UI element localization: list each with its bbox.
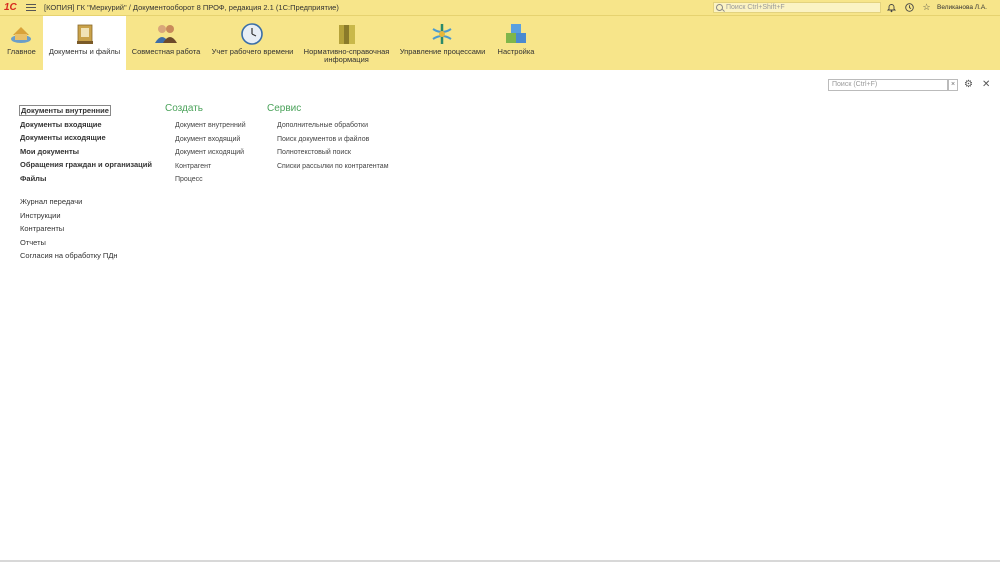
search-icon [716, 4, 723, 11]
section-process-management[interactable]: Управление процессами [394, 16, 491, 70]
section-main[interactable]: Главное [0, 16, 43, 70]
section-reference-info[interactable]: Нормативно-справочная информация [299, 16, 394, 70]
create-link[interactable]: Документ внутренний [175, 121, 246, 135]
panel-search-placeholder: Поиск (Ctrl+F) [832, 81, 878, 88]
close-icon[interactable]: ✕ [982, 79, 990, 91]
title-bar: 1С [КОПИЯ] ГК "Меркурий" / Документообор… [0, 0, 1000, 16]
window-title: [КОПИЯ] ГК "Меркурий" / Документооборот … [44, 3, 339, 12]
create-link[interactable]: Документ входящий [175, 135, 246, 149]
nav-item[interactable]: Журнал передачи [20, 196, 152, 210]
nav-item[interactable]: Обращения граждан и организаций [20, 159, 152, 173]
nav-item[interactable]: Согласия на обработку ПДн [20, 250, 152, 264]
history-icon[interactable] [904, 2, 915, 13]
documents-icon [77, 24, 93, 44]
service-link[interactable]: Списки рассылки по контрагентам [277, 162, 389, 176]
create-list: Документ внутренний Документ входящий До… [175, 121, 246, 189]
create-group-title: Создать [165, 103, 204, 114]
nav-item[interactable]: Документы внутренние [19, 105, 152, 119]
main-menu-icon[interactable] [26, 2, 36, 12]
sections-panel: Главное Документы и файлы Совместная раб… [0, 16, 1000, 70]
section-label: Управление процессами [399, 47, 486, 56]
section-label: Совместная работа [131, 47, 201, 56]
section-time-tracking[interactable]: Учет рабочего времени [206, 16, 299, 70]
section-label: Нормативно-справочная информация [303, 47, 390, 64]
nav-item[interactable]: Документы входящие [20, 119, 152, 133]
service-link[interactable]: Поиск документов и файлов [277, 135, 389, 149]
app-logo: 1С [4, 2, 17, 13]
clock-icon [241, 23, 263, 45]
section-label: Главное [7, 47, 36, 56]
nav-item[interactable]: Контрагенты [20, 223, 152, 237]
service-link[interactable]: Полнотекстовый поиск [277, 148, 389, 162]
user-name[interactable]: Великанова Л.А. [937, 4, 987, 11]
nav-item[interactable]: Отчеты [20, 237, 152, 251]
bell-icon[interactable] [886, 2, 897, 13]
people-icon [155, 25, 177, 43]
global-search-input[interactable]: Поиск Ctrl+Shift+F [713, 2, 881, 13]
create-link[interactable]: Документ исходящий [175, 148, 246, 162]
process-icon [432, 24, 452, 44]
books-icon [339, 25, 355, 44]
clear-search-button[interactable]: × [948, 79, 958, 91]
settings-blocks-icon [506, 24, 526, 43]
home-icon [11, 27, 31, 43]
section-documents[interactable]: Документы и файлы [43, 16, 126, 70]
service-link[interactable]: Дополнительные обработки [277, 121, 389, 135]
global-search-placeholder: Поиск Ctrl+Shift+F [726, 4, 785, 11]
gear-icon[interactable]: ⚙ [964, 80, 973, 90]
navigation-list: Документы внутренние Документы входящие … [19, 105, 152, 264]
create-link[interactable]: Контрагент [175, 162, 246, 176]
service-list: Дополнительные обработки Поиск документо… [277, 121, 389, 175]
section-label: Документы и файлы [48, 47, 121, 56]
nav-item[interactable]: Мои документы [20, 146, 152, 160]
panel-search-input[interactable]: Поиск (Ctrl+F) [828, 79, 948, 91]
section-label: Учет рабочего времени [211, 47, 294, 56]
favorites-star-icon[interactable]: ☆ [921, 2, 932, 13]
create-link[interactable]: Процесс [175, 175, 246, 189]
nav-item[interactable]: Документы исходящие [20, 132, 152, 146]
service-group-title: Сервис [267, 103, 302, 114]
nav-item[interactable]: Файлы [20, 173, 152, 187]
section-settings[interactable]: Настройка [491, 16, 541, 70]
section-collaboration[interactable]: Совместная работа [126, 16, 206, 70]
nav-item[interactable]: Инструкции [20, 210, 152, 224]
section-label: Настройка [497, 47, 535, 56]
